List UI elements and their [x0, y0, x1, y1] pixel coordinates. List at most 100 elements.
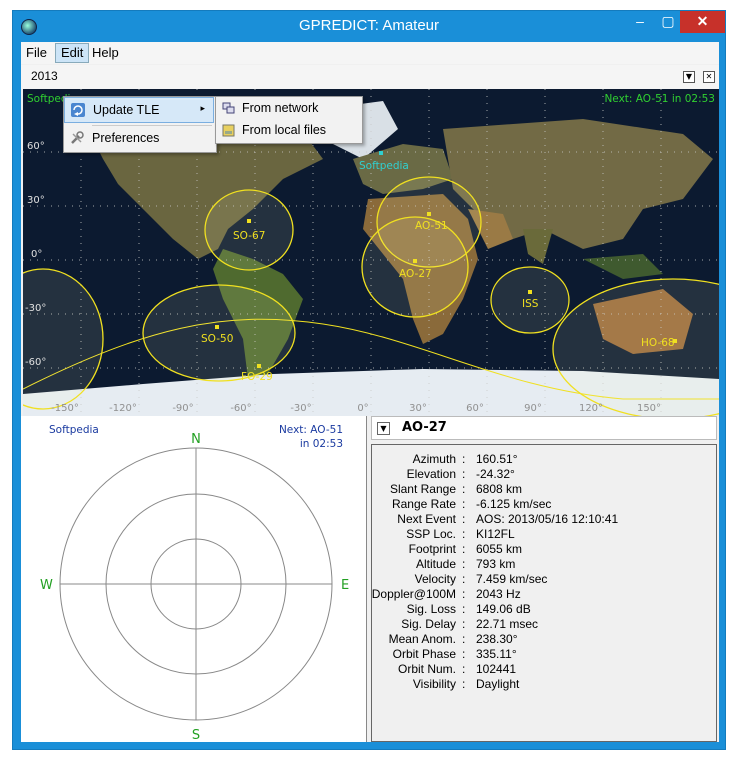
detail-separator: :	[462, 527, 466, 541]
satellite-select-toggle[interactable]: ▼	[377, 422, 390, 435]
detail-row-orbit-phase: Orbit Phase:335.11°	[372, 647, 712, 662]
lower-panels: Softpedia Next: AO-51 in 02:53 N S E W ▼…	[21, 416, 719, 743]
so-67-label: SO-67	[233, 230, 265, 242]
edit-menu-dropdown: Update TLE ▸ Preferences	[63, 96, 217, 153]
details-header: ▼ AO-27	[371, 416, 717, 440]
lon-label: -60°	[230, 403, 251, 414]
detail-row-footprint: Footprint:6055 km	[372, 542, 712, 557]
detail-label: Mean Anom.	[388, 632, 456, 646]
minimize-button[interactable]: –	[626, 11, 654, 33]
detail-row-velocity: Velocity:7.459 km/sec	[372, 572, 712, 587]
fo-29-label: FO-29	[241, 371, 273, 383]
polar-next-time: in 02:53	[300, 438, 343, 450]
detail-value: 149.06 dB	[476, 602, 531, 616]
iss-marker[interactable]	[528, 290, 532, 294]
ground-station-marker[interactable]	[379, 151, 383, 155]
menu-item-preferences[interactable]: Preferences	[64, 126, 214, 152]
module-close-button[interactable]: ✕	[703, 71, 715, 83]
polar-view[interactable]: Softpedia Next: AO-51 in 02:53 N S E W	[21, 416, 367, 743]
detail-label: Sig. Loss	[406, 602, 456, 616]
detail-label: Azimuth	[412, 452, 456, 466]
close-button[interactable]: ✕	[680, 11, 725, 33]
detail-row-orbit-num: Orbit Num.:102441	[372, 662, 712, 677]
detail-label: Doppler@100M	[371, 587, 456, 601]
lat-label: 0°	[31, 249, 42, 260]
detail-separator: :	[462, 542, 466, 556]
detail-value: 2043 Hz	[476, 587, 521, 601]
west-label: W	[40, 578, 53, 593]
detail-value: KI12FL	[476, 527, 515, 541]
lon-label: 90°	[524, 403, 542, 414]
maximize-button[interactable]: ▢	[654, 11, 682, 33]
polar-next-label: Next: AO-51	[279, 424, 343, 436]
lat-label: 60°	[27, 141, 45, 152]
detail-row-sig-delay: Sig. Delay:22.71 msec	[372, 617, 712, 632]
detail-separator: :	[462, 512, 466, 526]
menu-item-from-network[interactable]: From network	[216, 98, 360, 120]
polar-canvas: Softpedia Next: AO-51 in 02:53 N S E W	[40, 424, 349, 743]
menu-item-from-local-files[interactable]: From local files	[216, 120, 360, 142]
detail-row-range-rate: Range Rate: -6.125 km/sec	[372, 497, 712, 512]
menu-item-update-tle[interactable]: Update TLE ▸	[64, 97, 214, 123]
ao-27-label: AO-27	[399, 268, 432, 280]
lat-label: 30°	[27, 195, 45, 206]
so-50-marker[interactable]	[215, 325, 219, 329]
detail-separator: :	[462, 467, 466, 481]
ao-51-label: AO-51	[415, 220, 448, 232]
detail-value: 6808 km	[476, 482, 523, 496]
polar-qth-label: Softpedia	[49, 424, 99, 436]
detail-separator: :	[462, 497, 466, 511]
menu-edit[interactable]: Edit	[55, 43, 90, 63]
lon-label: 60°	[466, 403, 484, 414]
detail-row-doppler: Doppler@100M:2043 Hz	[372, 587, 712, 602]
lon-label: -30°	[290, 403, 311, 414]
detail-label: Velocity	[414, 572, 456, 586]
ao-27-marker[interactable]	[413, 259, 417, 263]
detail-value: 6055 km	[476, 542, 523, 556]
detail-label: SSP Loc.	[406, 527, 456, 541]
detail-separator: :	[462, 617, 466, 631]
detail-label: Footprint	[408, 542, 456, 556]
module-dropdown-button[interactable]: ▼	[683, 71, 695, 83]
satellite-details-panel: ▼ AO-27 Azimuth:160.51° Elevation: -24.32…	[371, 416, 719, 742]
detail-label: Altitude	[415, 557, 456, 571]
detail-label: Slant Range	[389, 482, 456, 496]
ao-51-marker[interactable]	[427, 212, 431, 216]
north-label: N	[191, 432, 201, 447]
detail-row-sig-loss: Sig. Loss:149.06 dB	[372, 602, 712, 617]
lon-label: 150°	[637, 403, 661, 414]
ground-station-label: Softpedia	[359, 160, 409, 172]
detail-value: 22.71 msec	[476, 617, 539, 631]
menu-help[interactable]: Help	[87, 44, 124, 62]
iss-label: ISS	[522, 298, 539, 310]
detail-separator: :	[462, 482, 466, 496]
tools-icon	[71, 131, 84, 144]
lon-label: 120°	[579, 403, 603, 414]
detail-separator: :	[462, 602, 466, 616]
east-label: E	[341, 578, 349, 593]
detail-separator: :	[462, 662, 466, 676]
detail-row-elevation: Elevation: -24.32°	[372, 467, 712, 482]
detail-label: Visibility	[412, 677, 456, 691]
refresh-icon	[71, 103, 85, 117]
detail-separator: :	[462, 557, 466, 571]
detail-value: 793 km	[476, 557, 516, 571]
detail-value: 335.11°	[476, 647, 517, 661]
detail-separator: :	[462, 677, 466, 691]
module-tab[interactable]: 2013	[31, 69, 58, 83]
so-67-marker[interactable]	[247, 219, 251, 223]
detail-row-slant-range: Slant Range:6808 km	[372, 482, 712, 497]
detail-value: Daylight	[476, 677, 520, 691]
network-icon	[222, 102, 235, 114]
menu-file[interactable]: File	[21, 44, 52, 62]
south-label: S	[192, 728, 200, 742]
detail-label: Orbit Num.	[397, 662, 456, 676]
detail-value: 238.30°	[476, 632, 518, 646]
detail-row-ssp-loc: SSP Loc.: KI12FL	[372, 527, 712, 542]
detail-label: Sig. Delay	[401, 617, 456, 631]
detail-separator: :	[462, 452, 466, 466]
detail-separator: :	[462, 587, 466, 601]
title-bar[interactable]: GPREDICT: Amateur – ▢ ✕	[13, 11, 725, 42]
lon-label: 0°	[357, 403, 368, 414]
fo-29-marker[interactable]	[257, 364, 261, 368]
